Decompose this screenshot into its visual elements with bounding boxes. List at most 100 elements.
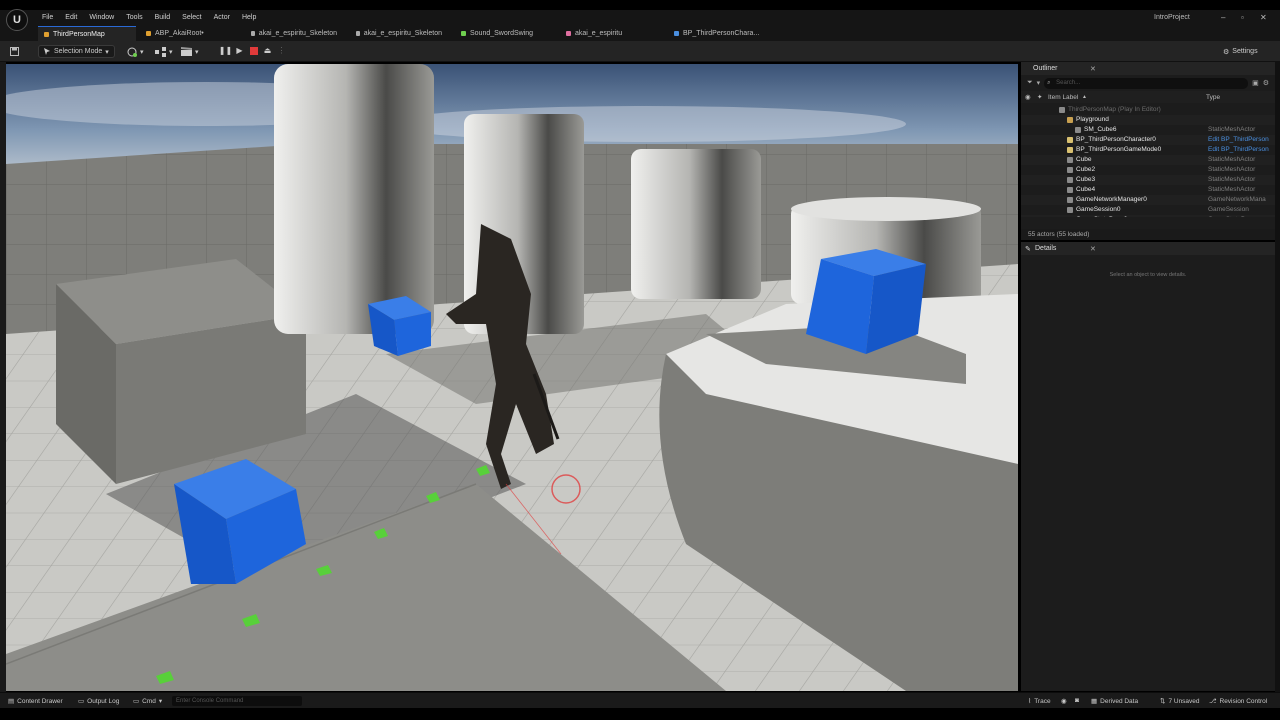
tab-6[interactable]: BP_ThirdPersonChara... — [668, 26, 768, 41]
tab-4[interactable]: Sound_SwordSwing — [455, 26, 553, 41]
type-column[interactable]: Type — [1206, 94, 1220, 101]
menu-select[interactable]: Select — [176, 13, 207, 23]
blueprints-button[interactable]: ▾ — [155, 45, 173, 58]
trace-icon: ⌇ — [1028, 698, 1032, 705]
stop-icon — [249, 46, 258, 55]
pin-icon[interactable]: ✦ — [1037, 93, 1042, 101]
record-icon[interactable]: ◉ — [1061, 697, 1067, 705]
settings-button[interactable]: ⚙ Settings — [1223, 45, 1258, 58]
outliner-row-type: StaticMeshActor — [1208, 176, 1256, 183]
frame-skip-button[interactable]: ▶ — [234, 45, 245, 56]
save-icon[interactable] — [10, 45, 19, 58]
outliner-row[interactable]: BP_ThirdPersonCharacter0 Edit BP_ThirdPer… — [1021, 135, 1275, 145]
output-log-button[interactable]: ▭ Output Log — [78, 697, 119, 706]
content-drawer-button[interactable]: ▤ Content Drawer — [8, 697, 63, 706]
eject-button[interactable]: ⏏ — [262, 45, 273, 56]
outliner-row-label: Cube2 — [1076, 166, 1096, 173]
menu-build[interactable]: Build — [149, 13, 177, 23]
cinematics-button[interactable]: ▾ — [181, 45, 199, 58]
cylinder-left — [274, 64, 434, 334]
outliner-row[interactable]: Cube4 StaticMeshActor — [1021, 185, 1275, 195]
outliner-row[interactable]: Cube2 StaticMeshActor — [1021, 165, 1275, 175]
actor-icon — [1067, 167, 1073, 173]
outliner-row[interactable]: Cube3 StaticMeshActor — [1021, 175, 1275, 185]
outliner-row[interactable]: GameSession0 GameSession — [1021, 205, 1275, 215]
more-options-icon[interactable]: ⋮ — [276, 45, 287, 56]
outliner-panel: Outliner ✕ ⏷ ▾ ⌕ Search... ▣ ⚙ ◉ ✦ Item … — [1021, 62, 1275, 240]
letterbox-bottom — [0, 708, 1280, 720]
maximize-button[interactable]: ▫ — [1241, 13, 1244, 22]
settings-label: Settings — [1232, 48, 1258, 55]
outliner-search-input[interactable]: ⌕ Search... — [1044, 77, 1249, 89]
outliner-row-type: StaticMeshActor — [1208, 186, 1256, 193]
output-log-icon: ▭ — [78, 698, 85, 705]
outliner-row-type: GameStateBase — [1208, 215, 1256, 217]
sound-icon — [461, 31, 466, 36]
minimize-button[interactable]: – — [1221, 13, 1225, 22]
outliner-row[interactable]: Playground — [1021, 115, 1275, 125]
menu-edit[interactable]: Edit — [59, 13, 83, 23]
outliner-row-type: StaticMeshActor — [1208, 166, 1256, 173]
menu-file[interactable]: File — [36, 13, 59, 23]
unreal-logo-icon[interactable]: U — [6, 9, 28, 31]
gear-icon[interactable]: ⚙ — [1263, 79, 1269, 87]
outliner-row[interactable]: GameStateBase0 GameStateBase — [1021, 215, 1275, 217]
edit-blueprint-link[interactable]: Edit BP_ThirdPerson — [1208, 145, 1269, 155]
camera-icon[interactable]: ◙ — [1075, 697, 1079, 704]
add-actor-button[interactable]: ▾ — [127, 45, 144, 58]
chevron-down-icon[interactable]: ▾ — [1037, 79, 1041, 87]
tab-0[interactable]: ThirdPersonMap — [38, 26, 136, 41]
cmd-label: Cmd — [142, 697, 156, 705]
tab-2[interactable]: akai_e_espiritu_Skeleton — [245, 26, 343, 41]
outliner-row[interactable]: ThirdPersonMap (Play In Editor) — [1021, 105, 1275, 115]
item-label-column[interactable]: Item Label — [1048, 94, 1078, 101]
tab-label: Sound_SwordSwing — [470, 30, 534, 37]
menu-tools[interactable]: Tools — [120, 13, 148, 23]
content-drawer-icon: ▤ — [8, 698, 15, 705]
tab-1[interactable]: ABP_AkaiRoot• — [140, 26, 238, 41]
outliner-row[interactable]: Cube StaticMeshActor — [1021, 155, 1275, 165]
tab-5[interactable]: akai_e_espiritu — [560, 26, 658, 41]
outliner-row-label: Cube4 — [1076, 186, 1096, 193]
eye-icon[interactable]: ◉ — [1025, 93, 1031, 101]
outliner-row-type: StaticMeshActor — [1208, 126, 1256, 133]
close-window-button[interactable]: ✕ — [1260, 13, 1267, 22]
close-icon[interactable]: ✕ — [1090, 245, 1096, 253]
cylinder-right — [631, 149, 761, 299]
revision-control-label: Revision Control — [1219, 697, 1268, 705]
actor-icon — [1067, 157, 1073, 163]
actor-icon — [1075, 127, 1081, 133]
outliner-row-label: SM_Cube6 — [1084, 126, 1117, 133]
outliner-row-label: BP_ThirdPersonCharacter0 — [1076, 136, 1156, 143]
cursor-icon — [44, 48, 50, 55]
menu-actor[interactable]: Actor — [208, 13, 236, 23]
tab-label: ThirdPersonMap — [53, 30, 105, 38]
close-icon[interactable]: ✕ — [1090, 65, 1096, 73]
edit-blueprint-link[interactable]: Edit BP_ThirdPerson — [1208, 135, 1269, 145]
menu-window[interactable]: Window — [83, 13, 120, 23]
derived-data-button[interactable]: ▦ Derived Data — [1091, 697, 1138, 706]
console-command-input[interactable]: Enter Console Command — [172, 696, 302, 706]
cmd-dropdown[interactable]: ▭ Cmd ▾ — [133, 697, 162, 706]
unsaved-button[interactable]: ⇅ 7 Unsaved — [1160, 697, 1200, 706]
mesh-icon — [566, 31, 571, 36]
outliner-row[interactable]: GameNetworkManager0 GameNetworkMana — [1021, 195, 1275, 205]
selection-mode-label: Selection Mode — [54, 48, 103, 55]
outliner-row[interactable]: SM_Cube6 StaticMeshActor — [1021, 125, 1275, 135]
outliner-row[interactable]: BP_ThirdPersonGameMode0 Edit BP_ThirdPers… — [1021, 145, 1275, 155]
trace-label: Trace — [1034, 697, 1051, 705]
outliner-row-label: GameStateBase0 — [1076, 215, 1127, 217]
pause-button[interactable]: ❚❚ — [219, 45, 232, 56]
tab-3[interactable]: akai_e_espiritu_Skeleton — [350, 26, 448, 41]
level-viewport[interactable] — [6, 64, 1018, 691]
filter-icon[interactable]: ⏷ — [1027, 79, 1033, 87]
selection-mode-dropdown[interactable]: Selection Mode ▾ — [38, 45, 115, 58]
outliner-search-row: ⏷ ▾ ⌕ Search... ▣ ⚙ — [1021, 75, 1275, 91]
actor-icon — [1067, 147, 1073, 153]
menu-help[interactable]: Help — [236, 13, 262, 23]
revision-control-button[interactable]: ⎇ Revision Control — [1209, 697, 1268, 706]
stop-button[interactable] — [248, 45, 259, 56]
details-panel: ✎ Details ✕ Select an object to view det… — [1021, 242, 1275, 691]
trace-button[interactable]: ⌇ Trace — [1028, 697, 1051, 706]
add-folder-icon[interactable]: ▣ — [1252, 79, 1259, 87]
